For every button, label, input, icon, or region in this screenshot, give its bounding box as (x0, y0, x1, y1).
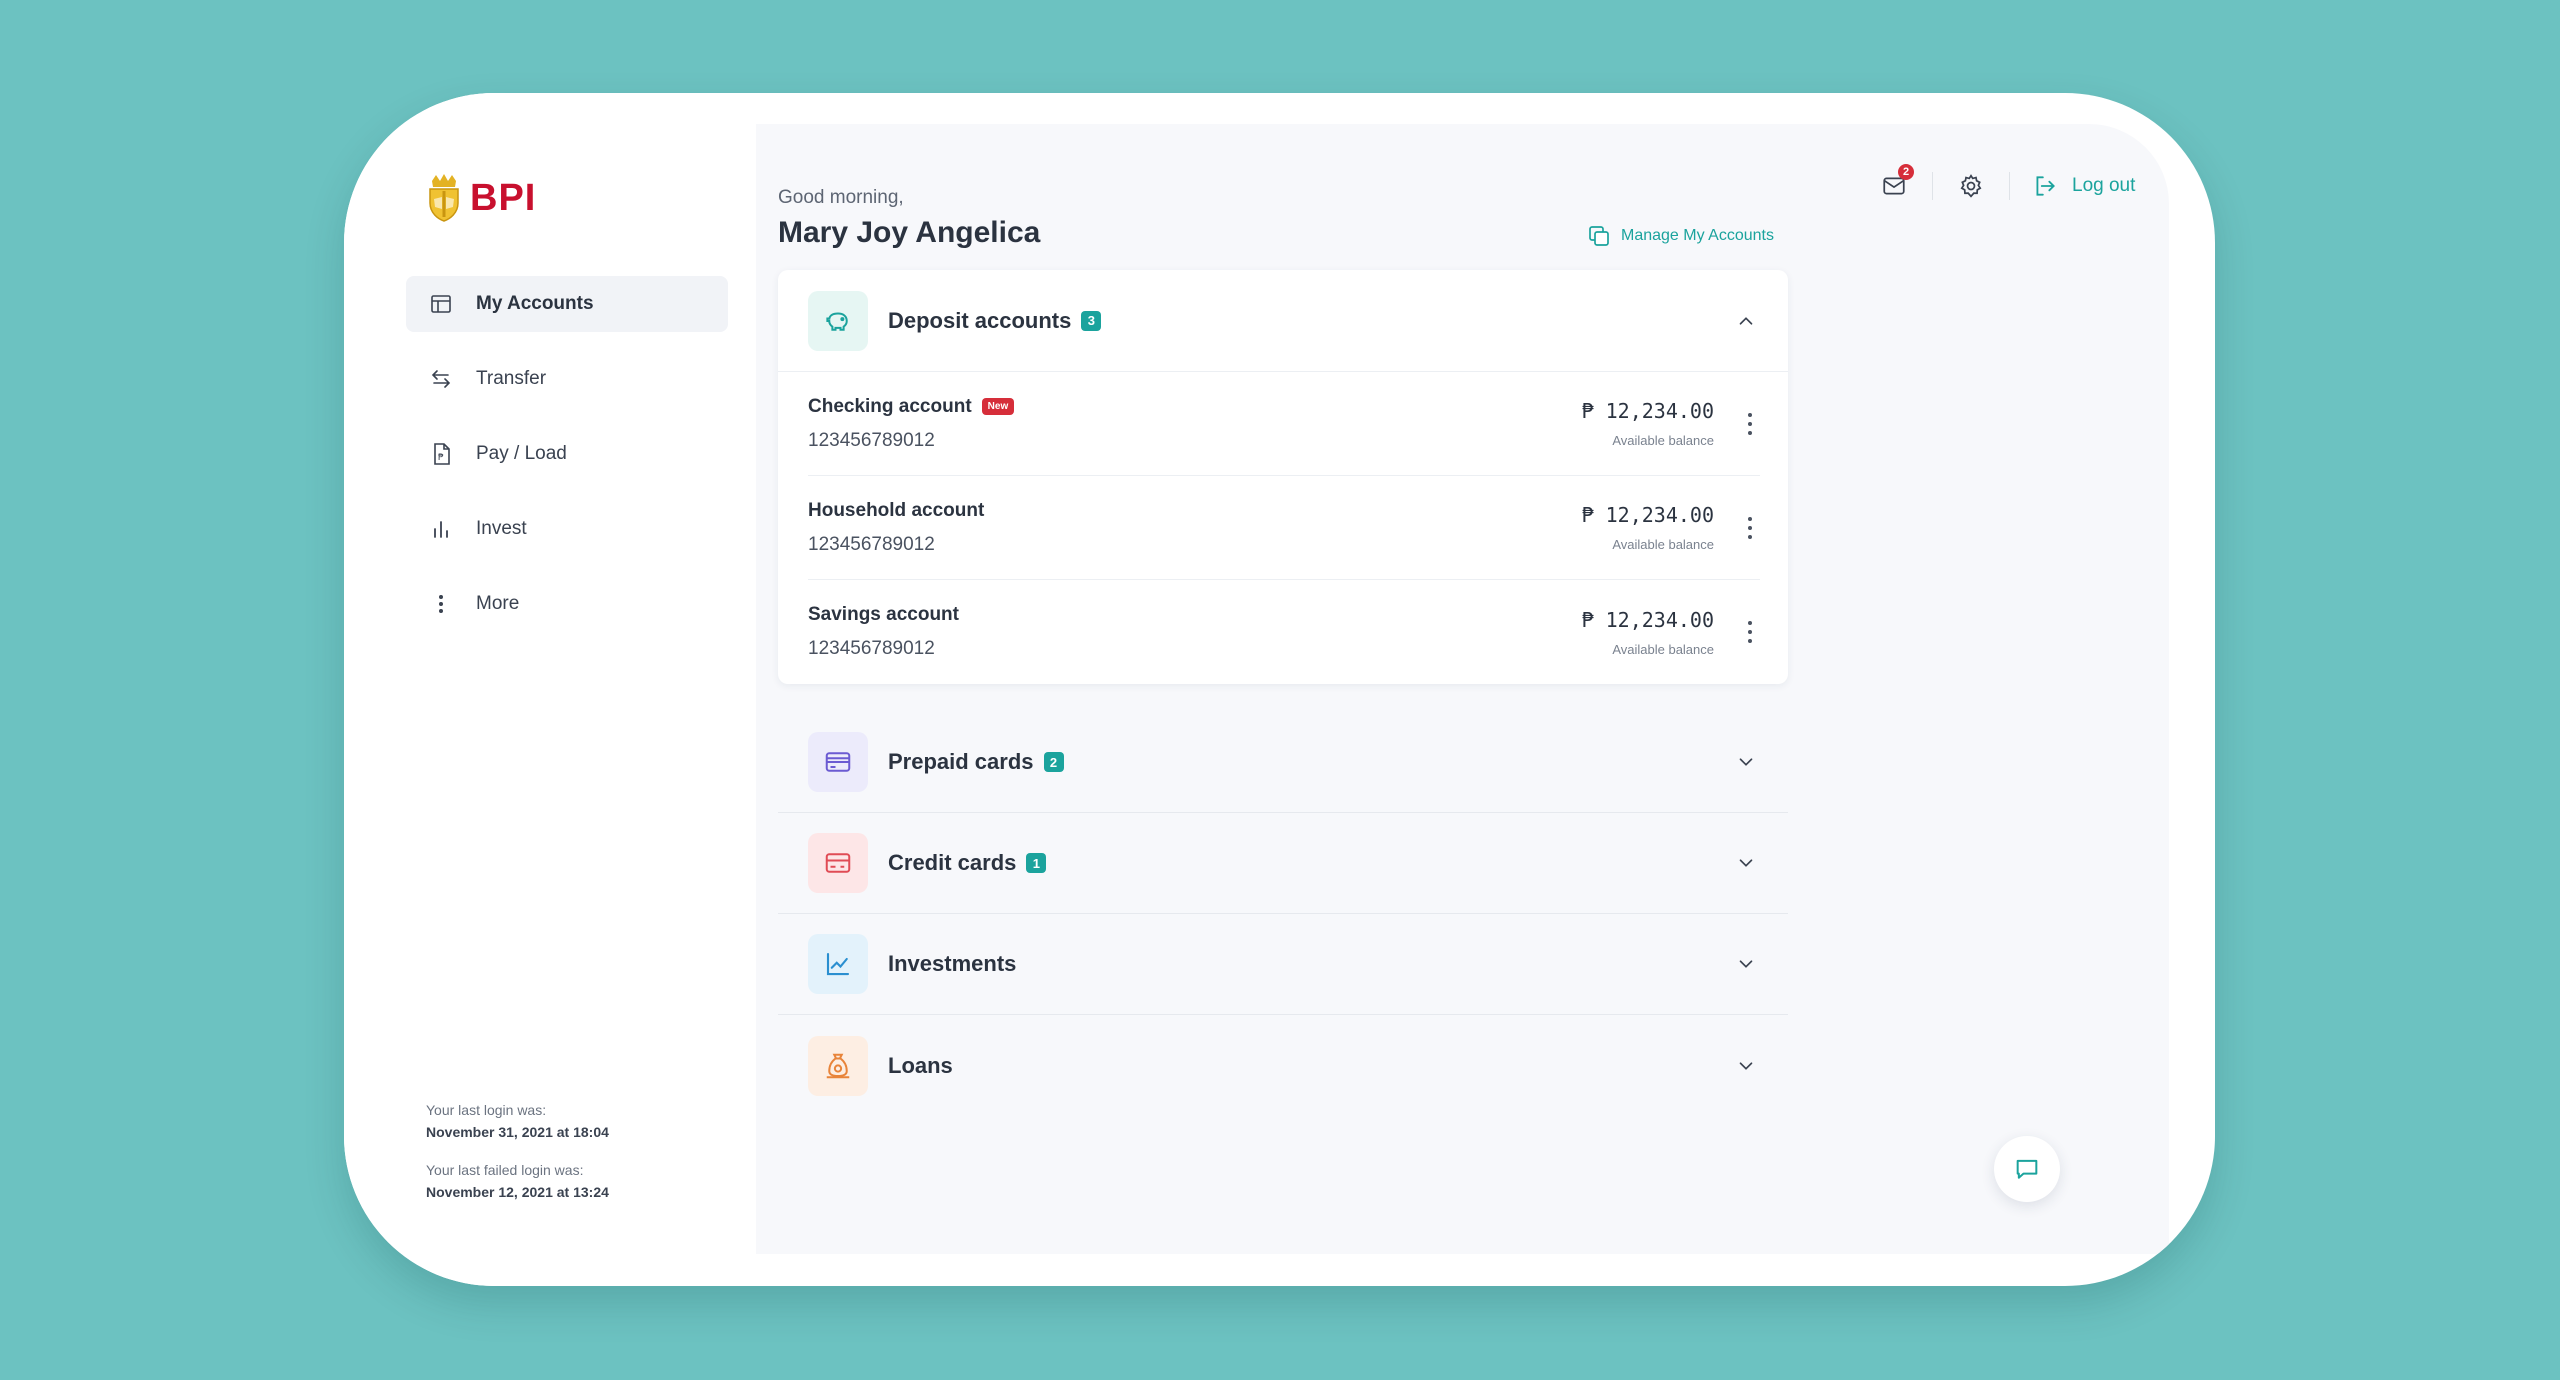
chevron-down-icon[interactable] (1734, 1054, 1758, 1078)
brand-logo[interactable]: BPI (424, 173, 536, 223)
logout-button[interactable]: Log out (2032, 173, 2135, 199)
sidebar-item-pay-load[interactable]: ₱ Pay / Load (406, 426, 728, 482)
logout-icon (2036, 176, 2055, 196)
chat-icon (2016, 1159, 2038, 1179)
sidebar-item-my-accounts[interactable]: My Accounts (406, 276, 728, 332)
top-actions: 2 Log out (1878, 164, 2135, 206)
account-name: Checking account (808, 395, 972, 417)
account-name: Savings account (808, 604, 959, 625)
sidebar-item-more[interactable]: More (406, 576, 728, 632)
vertical-dots-icon (428, 591, 454, 617)
sidebar-item-label: Transfer (476, 368, 547, 389)
prepaid-cards-header[interactable]: Prepaid cards 2 (778, 712, 1788, 813)
table-icon (428, 291, 454, 317)
sidebar-item-invest[interactable]: Invest (406, 501, 728, 557)
account-balance: ₱ 12,234.00 (1581, 503, 1714, 527)
account-row-checking[interactable]: Checking account New 123456789012 ₱ 12,2… (808, 372, 1760, 476)
credit-count-badge: 1 (1026, 853, 1047, 873)
manage-accounts-link[interactable]: Manage My Accounts (1587, 224, 1774, 248)
account-number: 123456789012 (808, 429, 935, 451)
bill-icon: ₱ (428, 441, 454, 467)
sidebar-item-label: My Accounts (476, 293, 594, 314)
last-failed-login-label: Your last failed login was: (426, 1162, 584, 1178)
divider (1932, 172, 1933, 200)
money-bag-icon (808, 1035, 868, 1096)
last-failed-login-value: November 12, 2021 at 13:24 (426, 1184, 609, 1200)
account-row-household[interactable]: Household account 123456789012 ₱ 12,234.… (808, 476, 1760, 580)
logout-label: Log out (2072, 175, 2136, 196)
manage-accounts-label: Manage My Accounts (1621, 227, 1774, 244)
sidebar-item-label: Invest (476, 518, 527, 539)
settings-button[interactable] (1955, 170, 1987, 202)
account-name: Household account (808, 499, 985, 521)
investments-title: Investments (888, 951, 1017, 976)
account-number: 123456789012 (808, 533, 935, 555)
sidebar-nav: My Accounts Transfer ₱ Pay / Load Invest… (406, 276, 728, 651)
account-options-icon[interactable] (1740, 508, 1760, 548)
sidebar-item-label: More (476, 593, 520, 614)
loans-header[interactable]: Loans (778, 1015, 1788, 1116)
bpi-crest-icon (429, 174, 459, 222)
chevron-down-icon[interactable] (1734, 750, 1758, 774)
prepaid-card-icon (808, 732, 868, 792)
chevron-down-icon[interactable] (1734, 851, 1758, 875)
gear-icon (1960, 174, 1982, 198)
balance-label: Available balance (1612, 433, 1714, 448)
app-screen: BPI My Accounts Transfer ₱ Pay / Load In… (344, 93, 2215, 1286)
accounts-panel: Deposit accounts 3 Checking account New (778, 270, 1788, 1116)
account-balance: ₱ 12,234.00 (1581, 607, 1714, 632)
balance-label: Available balance (1612, 641, 1714, 657)
loans-title: Loans (888, 1052, 953, 1078)
mail-button[interactable]: 2 (1878, 164, 1914, 202)
chevron-up-icon[interactable] (1734, 309, 1758, 333)
mail-count-badge: 2 (1898, 164, 1914, 180)
sidebar-item-label: Pay / Load (476, 443, 567, 464)
last-login-value: November 31, 2021 at 18:04 (426, 1124, 609, 1140)
greeting: Good morning, (778, 187, 904, 208)
prepaid-count-badge: 2 (1043, 752, 1064, 772)
account-options-icon[interactable] (1740, 612, 1760, 652)
deposit-count-badge: 3 (1081, 310, 1102, 331)
copy-icon (1589, 226, 1609, 246)
piggy-bank-icon (808, 290, 868, 351)
deposit-accounts-list: Checking account New 123456789012 ₱ 12,2… (778, 371, 1788, 684)
credit-card-icon (808, 833, 868, 893)
account-number: 123456789012 (808, 638, 935, 659)
divider (2009, 172, 2010, 200)
last-login-label: Your last login was: (426, 1102, 547, 1118)
brand-name: BPI (470, 176, 537, 219)
deposit-accounts-title: Deposit accounts (888, 307, 1072, 333)
new-badge: New (981, 398, 1015, 415)
account-options-icon[interactable] (1740, 404, 1760, 444)
prepaid-cards-title: Prepaid cards (888, 749, 1034, 774)
device-frame: BPI My Accounts Transfer ₱ Pay / Load In… (344, 93, 2215, 1286)
balance-label: Available balance (1612, 537, 1714, 552)
main-content: Good morning, Mary Joy Angelica Manage M… (756, 124, 2169, 1254)
credit-cards-header[interactable]: Credit cards 1 (778, 813, 1788, 914)
chat-button[interactable] (1994, 1136, 2060, 1202)
transfer-arrows-icon (428, 366, 454, 392)
deposit-accounts-header[interactable]: Deposit accounts 3 (778, 270, 1788, 371)
svg-text:₱: ₱ (438, 453, 444, 463)
trend-chart-icon (808, 934, 868, 994)
account-row-savings[interactable]: Savings account 123456789012 ₱ 12,234.00… (808, 580, 1760, 684)
login-info: Your last login was: November 31, 2021 a… (426, 1099, 609, 1203)
chevron-down-icon[interactable] (1734, 952, 1758, 976)
account-balance: ₱ 12,234.00 (1581, 399, 1714, 423)
user-name: Mary Joy Angelica (778, 216, 1041, 249)
sidebar: BPI My Accounts Transfer ₱ Pay / Load In… (344, 93, 756, 1286)
credit-cards-title: Credit cards (888, 850, 1017, 875)
sidebar-item-transfer[interactable]: Transfer (406, 351, 728, 407)
bar-chart-icon (428, 516, 454, 542)
investments-header[interactable]: Investments (778, 914, 1788, 1015)
deposit-accounts-card: Deposit accounts 3 Checking account New (778, 270, 1788, 684)
